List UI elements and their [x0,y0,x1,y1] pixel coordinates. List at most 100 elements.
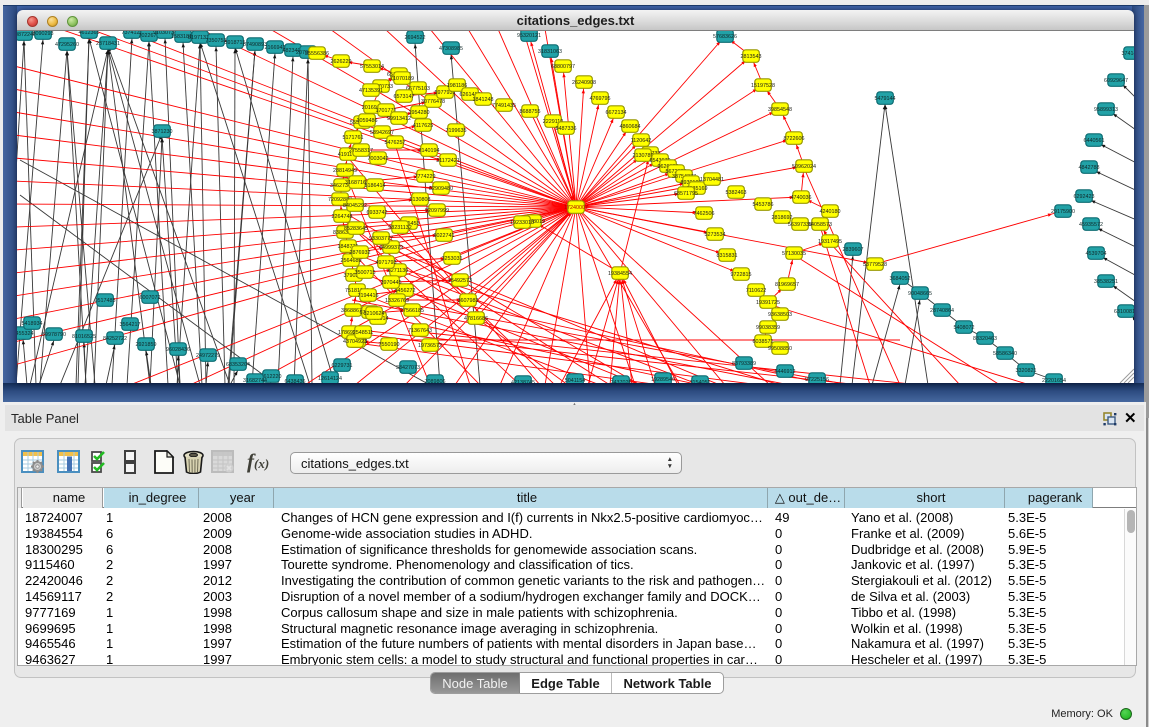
svg-text:56397338: 56397338 [788,222,812,228]
svg-text:53779528: 53779528 [863,262,887,268]
svg-text:6007072: 6007072 [140,295,161,301]
svg-text:2839607: 2839607 [843,247,864,253]
svg-text:71367643: 71367643 [408,328,432,334]
svg-text:99038359: 99038359 [756,325,780,331]
svg-text:88320463: 88320463 [973,336,997,342]
svg-text:27566185: 27566185 [400,308,424,314]
svg-text:99913412: 99913412 [387,116,411,122]
svg-text:50962024: 50962024 [792,164,816,170]
svg-text:44999379: 44999379 [379,245,403,251]
svg-text:19233013: 19233013 [510,220,534,226]
svg-text:3154051: 3154051 [690,380,711,383]
svg-text:96028436: 96028436 [166,347,190,353]
svg-text:19736572: 19736572 [418,343,442,349]
svg-text:99508850: 99508850 [768,346,792,352]
svg-text:31831063: 31831063 [538,49,562,55]
svg-text:7774229: 7774229 [415,174,436,180]
svg-text:39854548: 39854548 [768,107,792,113]
svg-text:5453786: 5453786 [753,202,774,208]
svg-text:1059486: 1059486 [357,118,378,124]
svg-text:84045292: 84045292 [343,203,367,209]
svg-text:93638503: 93638503 [768,312,792,318]
svg-text:6292423: 6292423 [1074,194,1095,200]
svg-text:19289546: 19289546 [651,377,675,383]
svg-text:19317495: 19317495 [818,239,842,245]
svg-text:81969657: 81969657 [775,282,799,288]
svg-text:90048665: 90048665 [908,291,932,297]
svg-text:2626229: 2626229 [331,59,352,65]
svg-text:22201654: 22201654 [1042,378,1066,383]
svg-text:58586340: 58586340 [993,351,1017,357]
svg-text:6573147: 6573147 [394,94,415,100]
svg-text:4860684: 4860684 [620,124,641,130]
svg-text:27558317: 27558317 [349,148,373,154]
svg-text:28814949: 28814949 [333,168,357,174]
svg-text:47135391: 47135391 [359,88,383,94]
svg-text:7003042: 7003042 [368,156,389,162]
svg-text:57130035: 57130035 [782,251,806,257]
svg-text:28740864: 28740864 [930,308,954,314]
svg-text:19391725: 19391725 [756,300,780,306]
svg-text:3741438: 3741438 [1122,51,1135,57]
svg-text:77491435: 77491435 [492,103,516,109]
svg-text:84252722: 84252722 [103,336,127,342]
svg-text:3253031: 3253031 [442,256,463,262]
svg-text:4117625: 4117625 [413,123,434,129]
svg-text:47816686: 47816686 [464,316,488,322]
svg-text:82909480: 82909480 [429,186,453,192]
svg-text:71070189: 71070189 [390,76,414,82]
svg-text:4240180: 4240180 [820,209,841,215]
svg-text:95899313: 95899313 [1094,107,1118,113]
svg-text:9487336: 9487336 [556,126,577,132]
svg-text:4740036: 4740036 [791,195,812,201]
svg-text:6672134: 6672134 [606,110,627,116]
svg-text:58942697: 58942697 [370,130,394,136]
svg-text:47308985: 47308985 [439,46,463,52]
svg-text:93303777: 93303777 [369,236,393,242]
svg-text:7089806: 7089806 [425,379,446,383]
svg-text:2694522: 2694522 [405,35,426,41]
svg-text:7455324: 7455324 [17,331,34,337]
svg-text:68800797: 68800797 [551,64,575,70]
svg-text:29175900: 29175900 [1051,209,1075,215]
svg-text:31172421: 31172421 [436,158,460,164]
svg-text:38427073: 38427073 [396,365,420,371]
svg-text:15197528: 15197528 [751,83,775,89]
svg-text:8315831: 8315831 [717,253,738,259]
svg-text:5273534: 5273534 [705,232,726,238]
svg-text:8210624: 8210624 [364,311,385,317]
svg-text:85283645: 85283645 [344,226,368,232]
svg-text:1120642: 1120642 [631,138,652,144]
svg-text:23718431: 23718431 [96,41,120,47]
svg-text:2818692: 2818692 [772,215,793,221]
svg-text:60929647: 60929647 [1104,78,1128,84]
svg-text:5408072: 5408072 [954,325,975,331]
svg-text:9722815: 9722815 [731,272,752,278]
svg-text:3607983: 3607983 [458,298,479,304]
svg-text:8090293: 8090293 [33,31,54,37]
svg-text:5418934: 5418934 [22,321,43,327]
svg-text:6933742: 6933742 [367,210,388,216]
svg-text:1954280: 1954280 [409,110,430,116]
svg-text:2140194: 2140194 [419,148,440,154]
svg-text:3320821: 3320821 [1016,368,1037,374]
svg-text:5479144: 5479144 [875,96,896,102]
svg-text:4971793: 4971793 [376,260,397,266]
svg-text:5130808: 5130808 [410,197,431,203]
svg-text:26240908: 26240908 [572,80,596,86]
svg-text:4769795: 4769795 [590,96,611,102]
svg-text:7199635: 7199635 [446,128,467,134]
svg-text:12614124: 12614124 [318,376,342,382]
svg-text:6229731: 6229731 [332,363,353,369]
svg-text:92097999: 92097999 [425,208,449,214]
svg-text:13326769: 13326769 [385,298,409,304]
svg-text:42138745: 42138745 [511,380,535,383]
svg-text:2264748: 2264748 [332,214,353,220]
svg-text:3684052: 3684052 [890,276,911,282]
svg-text:5041154: 5041154 [565,378,586,383]
svg-text:31682744: 31682744 [243,378,267,383]
svg-text:25492573: 25492573 [448,278,472,284]
svg-text:63100814: 63100814 [1114,309,1134,315]
svg-text:98231132: 98231132 [388,225,412,231]
svg-text:68571795: 68571795 [674,191,698,197]
